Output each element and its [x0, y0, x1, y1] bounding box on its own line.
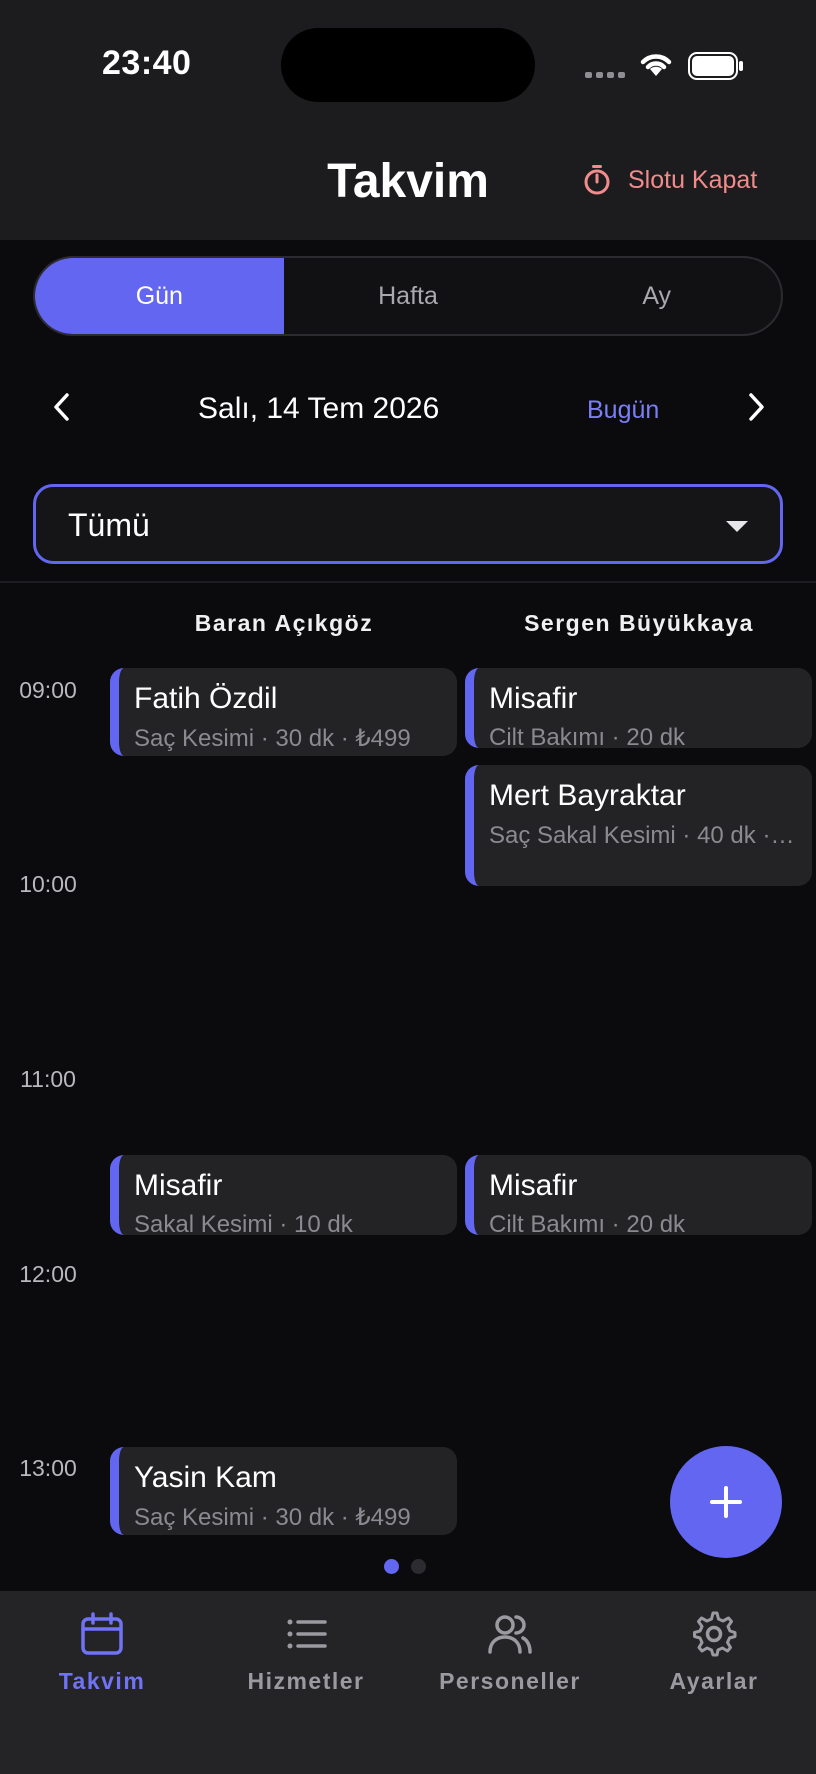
cellular-signal-icon — [585, 72, 625, 78]
tab-services[interactable]: Hizmetler — [204, 1611, 408, 1695]
appointment-card[interactable]: Misafir Cilt Bakımı · 20 dk — [465, 1155, 812, 1235]
appointment-card[interactable]: Misafir Sakal Kesimi · 10 dk — [110, 1155, 457, 1235]
plus-icon — [710, 1486, 742, 1518]
users-icon — [488, 1615, 532, 1654]
appointment-customer: Misafir — [489, 1169, 578, 1202]
appointment-detail: Sakal Kesimi · 10 dk — [134, 1211, 353, 1235]
today-button[interactable]: Bugün — [587, 396, 659, 425]
bottom-tab-bar: Takvim Hizmetler Personeller Ayarlar — [0, 1591, 816, 1774]
tab-week[interactable]: Hafta — [284, 258, 533, 334]
appointment-card[interactable]: Fatih Özdil Saç Kesimi · 30 dk · ₺499 — [110, 668, 457, 756]
view-segmented-control: Gün Hafta Ay — [33, 256, 783, 336]
current-date: Salı, 14 Tem 2026 — [198, 392, 440, 425]
status-time: 23:40 — [102, 44, 192, 82]
time-label: 11:00 — [20, 1066, 76, 1092]
chevron-right-icon[interactable] — [742, 390, 770, 424]
appointment-detail: Cilt Bakımı · 20 dk — [489, 1211, 686, 1235]
top-bar: 23:40 Takvim Slotu Kapat — [0, 0, 816, 240]
appointment-customer: Yasin Kam — [134, 1461, 277, 1494]
appointment-customer: Fatih Özdil — [134, 682, 278, 715]
time-label: 10:00 — [19, 871, 77, 897]
close-slot-button[interactable]: Slotu Kapat — [582, 164, 757, 196]
close-slot-label: Slotu Kapat — [628, 165, 758, 194]
time-label: 13:00 — [19, 1455, 77, 1481]
page-indicator — [384, 1559, 426, 1574]
tab-calendar[interactable]: Takvim — [0, 1611, 204, 1695]
appointment-customer: Misafir — [489, 682, 578, 715]
time-label: 09:00 — [19, 677, 77, 703]
tab-settings-label: Ayarlar — [669, 1668, 759, 1694]
appointment-card[interactable]: Mert Bayraktar Saç Sakal Kesimi · 40 dk … — [465, 765, 812, 886]
appointment-detail: Saç Sakal Kesimi · 40 dk · ₺599 — [489, 822, 812, 849]
tab-settings[interactable]: Ayarlar — [612, 1611, 816, 1695]
appointment-customer: Mert Bayraktar — [489, 779, 686, 812]
appointment-detail: Saç Kesimi · 30 dk · ₺499 — [134, 1504, 411, 1531]
appointment-detail: Cilt Bakımı · 20 dk — [489, 724, 686, 748]
add-appointment-button[interactable] — [670, 1446, 782, 1558]
tab-staff[interactable]: Personeller — [408, 1611, 612, 1695]
date-navigation: Salı, 14 Tem 2026 Bugün — [0, 380, 816, 440]
time-label: 12:00 — [19, 1261, 77, 1287]
caret-down-icon — [726, 521, 748, 532]
page-dot[interactable] — [384, 1559, 399, 1574]
staff-filter-value: Tümü — [68, 507, 150, 543]
page-dot[interactable] — [411, 1559, 426, 1574]
appointment-card[interactable]: Misafir Cilt Bakımı · 20 dk — [465, 668, 812, 748]
gear-icon — [693, 1611, 737, 1657]
appointment-customer: Misafir — [134, 1169, 223, 1202]
appointment-detail: Saç Kesimi · 30 dk · ₺499 — [134, 725, 411, 752]
appointment-card[interactable]: Yasin Kam Saç Kesimi · 30 dk · ₺499 — [110, 1447, 457, 1535]
stopwatch-icon — [584, 165, 610, 195]
tab-staff-label: Personeller — [439, 1668, 581, 1694]
wifi-icon — [640, 54, 672, 76]
divider — [0, 581, 816, 583]
tab-services-label: Hizmetler — [247, 1668, 365, 1694]
calendar-icon — [81, 1612, 123, 1655]
tab-month[interactable]: Ay — [532, 258, 781, 334]
tab-calendar-label: Takvim — [58, 1668, 146, 1694]
list-icon — [287, 1619, 327, 1649]
chevron-left-icon[interactable] — [48, 390, 76, 424]
column-header-baran: Baran Açıkgöz — [194, 610, 374, 636]
staff-filter-dropdown[interactable]: Tümü — [33, 484, 783, 564]
column-header-sergen: Sergen Büyükkaya — [524, 610, 754, 636]
dynamic-island — [281, 28, 535, 102]
tab-day[interactable]: Gün — [35, 258, 284, 334]
battery-icon — [688, 52, 743, 80]
